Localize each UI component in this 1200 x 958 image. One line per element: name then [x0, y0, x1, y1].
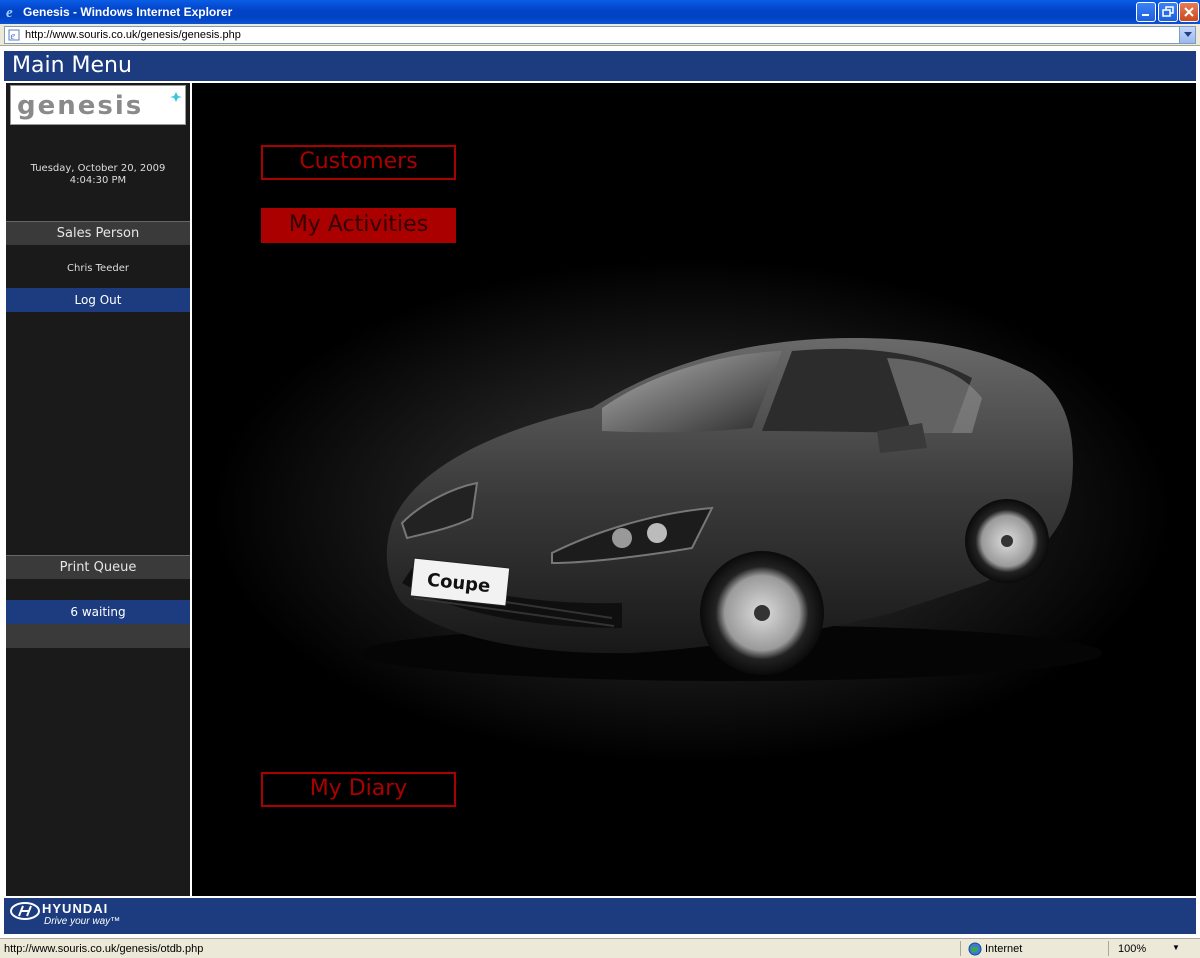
page-title: Main Menu	[12, 53, 132, 78]
status-divider	[960, 941, 961, 956]
current-date: Tuesday, October 20, 2009	[30, 163, 166, 174]
globe-icon	[968, 942, 982, 956]
svg-text:e: e	[11, 31, 16, 41]
datetime: Tuesday, October 20, 2009 4:04:30 PM	[6, 163, 190, 187]
close-icon	[1184, 7, 1194, 17]
main-content: Customers My Activities Coupe My Diary	[192, 83, 1196, 896]
page-icon: e	[8, 29, 20, 41]
genesis-logo-text: genesis	[17, 91, 143, 121]
page-viewport: Main Menu genesis Tuesday, October 20, 2…	[4, 47, 1196, 937]
hyundai-logo-icon	[10, 902, 40, 920]
zoom-level[interactable]: 100%	[1118, 943, 1146, 955]
footer-bar: HYUNDAI Drive your way™	[4, 898, 1196, 934]
address-dropdown-button[interactable]	[1179, 27, 1195, 43]
window-title: Genesis - Windows Internet Explorer	[23, 5, 233, 19]
zoom-dropdown-icon[interactable]: ▼	[1172, 943, 1180, 952]
sparkle-icon	[170, 92, 182, 102]
print-queue-status-button[interactable]: 6 waiting	[6, 600, 190, 624]
genesis-logo-mark: genesis	[17, 91, 182, 121]
customers-button[interactable]: Customers	[261, 145, 456, 180]
status-bar: http://www.souris.co.uk/genesis/otdb.php…	[0, 938, 1200, 958]
status-url: http://www.souris.co.uk/genesis/otdb.php	[4, 943, 204, 955]
car-image: Coupe	[362, 338, 1102, 681]
restore-icon	[1162, 6, 1174, 17]
sidebar-divider	[6, 624, 190, 648]
chevron-down-icon	[1184, 32, 1192, 37]
sales-person-name: Chris Teeder	[67, 263, 129, 274]
close-button[interactable]	[1179, 2, 1199, 22]
logout-button[interactable]: Log Out	[6, 288, 190, 312]
my-diary-button[interactable]: My Diary	[261, 772, 456, 807]
address-bar: e http://www.souris.co.uk/genesis/genesi…	[0, 24, 1200, 46]
security-zone-label: Internet	[985, 943, 1023, 955]
status-divider	[1108, 941, 1109, 956]
address-url[interactable]: http://www.souris.co.uk/genesis/genesis.…	[25, 29, 241, 41]
header-bar: Main Menu	[4, 51, 1196, 81]
restore-button[interactable]	[1158, 2, 1178, 22]
hyundai-brand: HYUNDAI	[42, 901, 109, 916]
window-titlebar: e Genesis - Windows Internet Explorer	[0, 0, 1200, 24]
minimize-button[interactable]	[1136, 2, 1156, 22]
sales-person-heading: Sales Person	[6, 221, 190, 245]
my-activities-button[interactable]: My Activities	[261, 208, 456, 243]
hyundai-tagline: Drive your way™	[44, 916, 121, 927]
internet-explorer-icon: e	[6, 5, 13, 19]
genesis-logo: genesis	[10, 85, 186, 125]
svg-text:e: e	[6, 5, 13, 19]
minimize-icon	[1142, 14, 1149, 16]
address-field[interactable]: e http://www.souris.co.uk/genesis/genesi…	[4, 26, 1196, 44]
current-time: 4:04:30 PM	[69, 175, 127, 186]
print-queue-heading: Print Queue	[6, 555, 190, 579]
sidebar: genesis Tuesday, October 20, 2009 4:04:3…	[6, 83, 190, 896]
